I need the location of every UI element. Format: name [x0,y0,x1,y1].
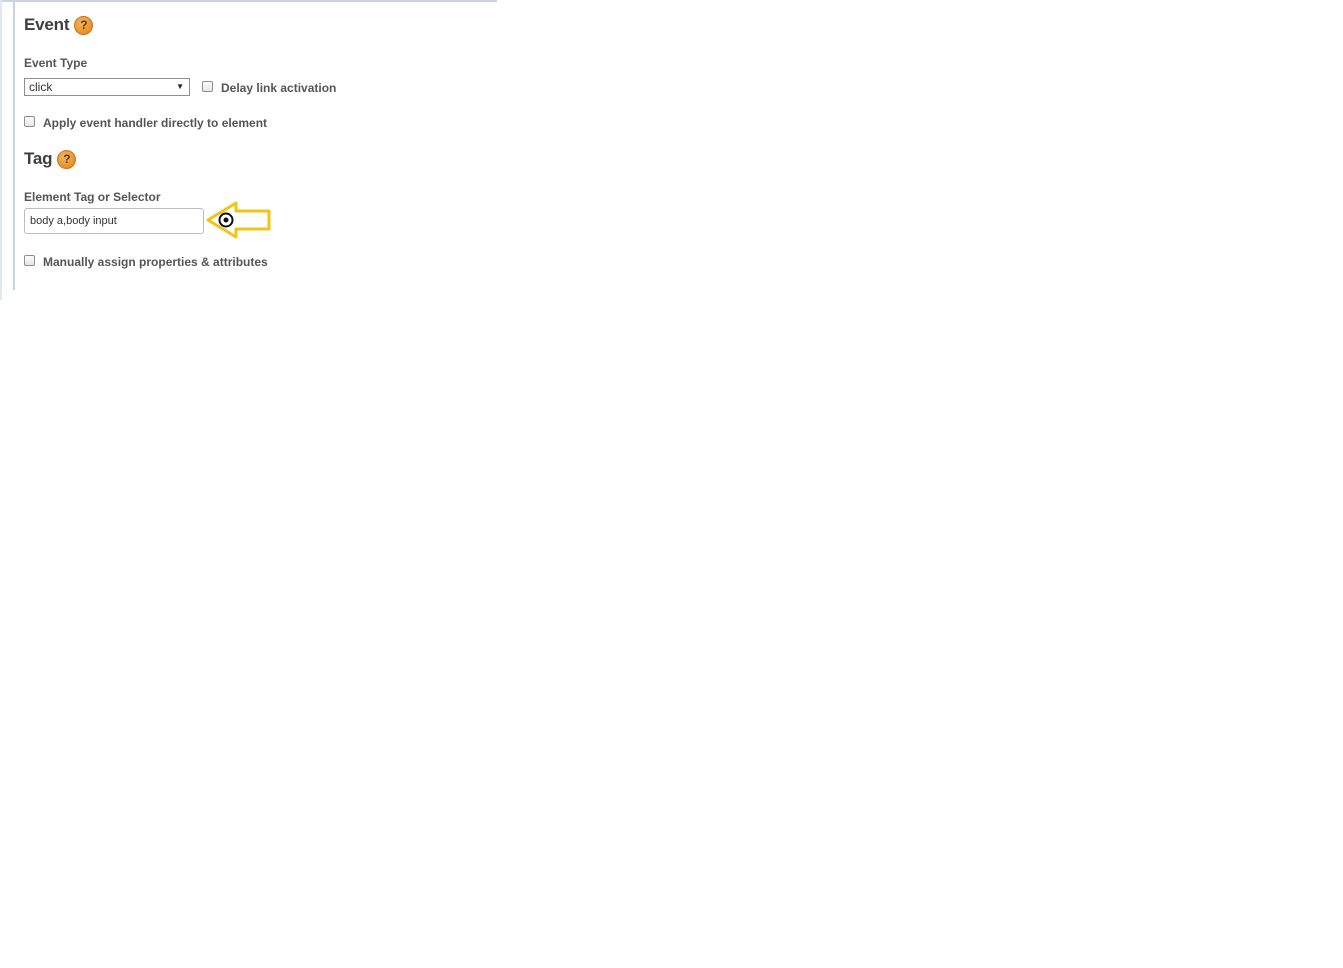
event-type-selected-value: click [29,80,53,94]
apply-handler-checkbox[interactable] [24,116,35,127]
tag-title-text: Tag [24,149,53,168]
panel-top-border [0,0,497,2]
event-type-select[interactable]: click ▼ [24,78,190,96]
delay-link-checkbox[interactable] [202,81,213,92]
manual-assign-label: Manually assign properties & attributes [43,255,268,269]
tag-section-title: Tag ? [24,149,77,169]
event-title-text: Event [24,15,70,34]
help-icon[interactable]: ? [74,15,94,35]
triangle-down-icon: ▼ [176,82,184,91]
manual-assign-checkbox[interactable] [24,255,35,266]
event-section-title: Event ? [24,15,94,35]
arrow-left-annotation-icon [206,201,271,239]
help-icon[interactable]: ? [57,149,77,169]
panel-outer-border [0,0,2,300]
event-type-label: Event Type [24,56,88,70]
panel-left-border [13,2,15,290]
selector-label: Element Tag or Selector [24,190,161,204]
delay-link-label: Delay link activation [221,81,337,95]
selector-input[interactable] [24,208,204,234]
target-cursor-icon [218,212,234,228]
apply-handler-label: Apply event handler directly to element [43,116,268,130]
